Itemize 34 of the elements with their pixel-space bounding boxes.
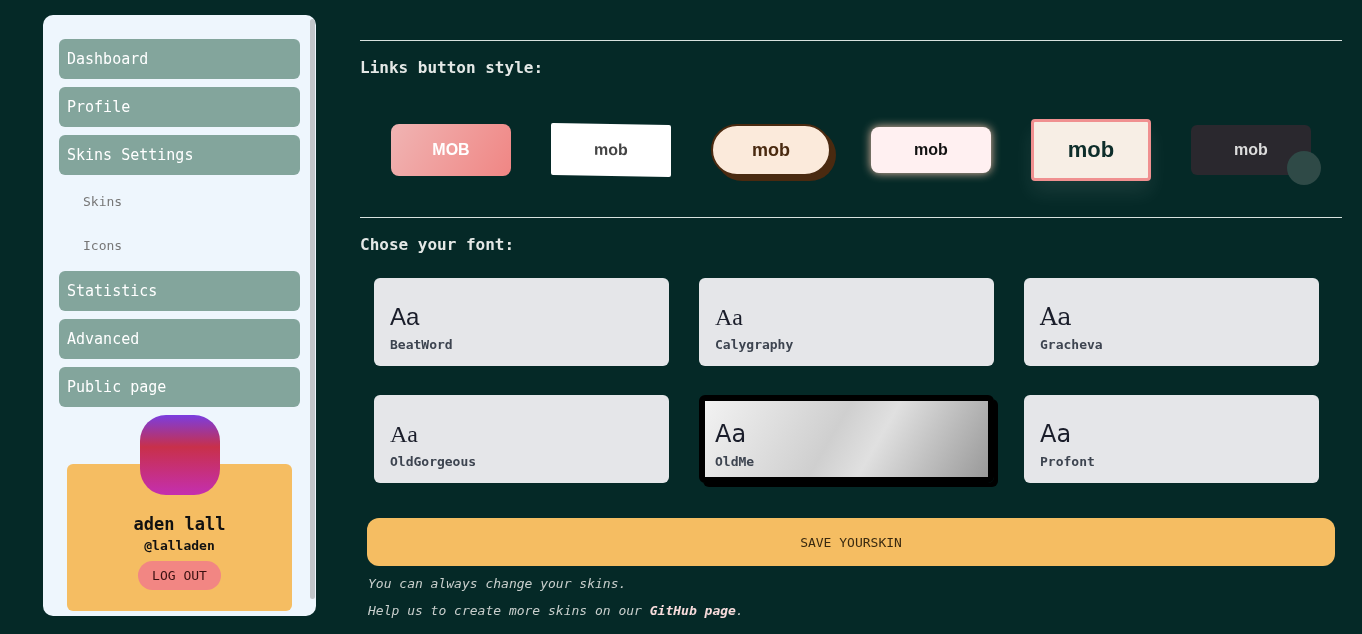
link-style-button[interactable]: mob [1191, 125, 1311, 175]
sidebar-subitem[interactable]: Skins [59, 183, 300, 219]
sidebar-subitem[interactable]: Icons [59, 227, 300, 263]
save-button[interactable]: SAVE YOURSKIN [367, 518, 1335, 566]
font-sample: Aa [1040, 420, 1073, 448]
font-name: OldMe [715, 454, 756, 469]
help-text: Help us to create more skins on our GitHub page. [368, 603, 745, 618]
font-card[interactable]: Aa BeatWord [374, 278, 669, 366]
font-card[interactable]: Aa Gracheva [1024, 278, 1319, 366]
link-style-button[interactable]: mob [551, 122, 671, 178]
font-sample: Aa [390, 303, 421, 331]
font-name: Gracheva [1040, 337, 1104, 352]
profile-name: aden lall [133, 514, 226, 534]
section-title: Links button style: [360, 58, 545, 77]
section-title: Chose your font: [360, 235, 516, 254]
font-name: OldGorgeous [390, 454, 478, 469]
font-sample: Aa [715, 420, 748, 448]
font-sample: Aa [715, 304, 744, 331]
font-card[interactable]: Aa Profont [1024, 395, 1319, 483]
font-name: Calygraphy [715, 337, 795, 352]
link-style-button[interactable]: mob [1031, 119, 1151, 181]
github-link[interactable]: GitHub page [649, 603, 736, 618]
font-card[interactable]: Aa Calygraphy [699, 278, 994, 366]
scrollbar[interactable] [310, 19, 315, 599]
font-name: Profont [1040, 454, 1096, 469]
font-sample: Aa [390, 421, 419, 448]
profile-handle: @lalladen [144, 538, 215, 553]
font-card[interactable]: Aa OldGorgeous [374, 395, 669, 483]
font-name: BeatWord [390, 337, 454, 352]
hover-circle [1287, 151, 1321, 185]
info-text: You can always change your skins. [368, 576, 628, 591]
logout-button[interactable]: LOG OUT [138, 561, 221, 590]
link-style-button[interactable]: mob [871, 127, 991, 173]
font-sample: Aa [1040, 303, 1073, 331]
